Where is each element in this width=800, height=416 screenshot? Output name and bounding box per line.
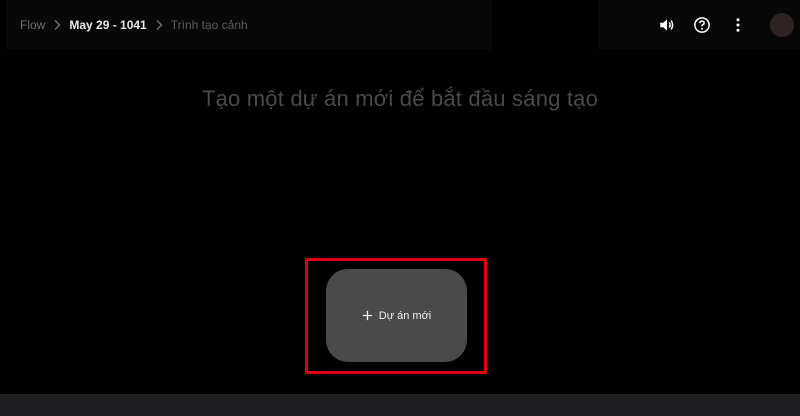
new-project-button[interactable]: Dự án mới [326,269,467,362]
header-actions [598,0,800,50]
volume-icon[interactable] [656,14,678,36]
plus-icon [362,310,373,321]
breadcrumb-item-project[interactable]: May 29 - 1041 [69,18,146,32]
help-icon[interactable] [691,14,713,36]
breadcrumb: Flow May 29 - 1041 Trình tạo cảnh [6,0,492,50]
breadcrumb-item-flow[interactable]: Flow [20,18,45,32]
app-page: Flow May 29 - 1041 Trình tạo cảnh Tạo mộ… [0,0,800,416]
avatar[interactable] [770,13,794,37]
new-project-label: Dự án mới [378,309,432,322]
more-vert-icon[interactable] [727,14,749,36]
chevron-right-icon [149,19,169,31]
bottom-bar [0,394,800,416]
chevron-right-icon [47,19,67,31]
page-title: Tạo một dự án mới để bắt đầu sáng tạo [201,86,599,111]
breadcrumb-item-scene-builder[interactable]: Trình tạo cảnh [171,18,248,32]
